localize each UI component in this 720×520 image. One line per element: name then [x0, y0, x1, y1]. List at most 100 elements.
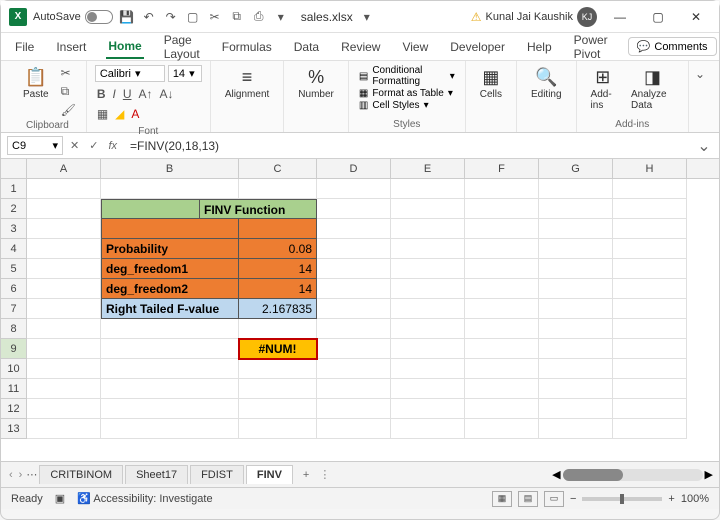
cell-C4[interactable]: 0.08 — [239, 239, 317, 259]
excel-app-icon[interactable]: X — [9, 8, 27, 26]
editing-button[interactable]: 🔍Editing — [525, 65, 568, 102]
italic-button[interactable]: I — [110, 86, 117, 102]
print-icon[interactable]: ⎙ — [251, 9, 267, 25]
zoom-in-icon[interactable]: + — [668, 493, 674, 505]
qat-more-icon[interactable]: ▾ — [273, 9, 289, 25]
zoom-out-icon[interactable]: − — [570, 493, 576, 505]
row-2[interactable]: 2 — [1, 199, 27, 219]
page-layout-view-icon[interactable]: ▤ — [518, 491, 538, 507]
zoom-slider[interactable] — [582, 497, 662, 501]
tab-help[interactable]: Help — [525, 36, 554, 58]
cut-icon[interactable]: ✂ — [207, 9, 223, 25]
sheet-nav-next-icon[interactable]: › — [17, 469, 25, 481]
col-G[interactable]: G — [539, 159, 613, 178]
cell-styles-button[interactable]: ▥Cell Styles▾ — [357, 100, 457, 111]
close-button[interactable]: ✕ — [681, 5, 711, 29]
tab-power-pivot[interactable]: Power Pivot — [572, 29, 610, 65]
fx-icon[interactable]: fx — [105, 140, 120, 152]
row-6[interactable]: 6 — [1, 279, 27, 299]
horizontal-scroll[interactable]: ◀ ▶ — [552, 468, 713, 481]
scrollbar-thumb[interactable] — [563, 469, 623, 481]
number-button[interactable]: % Number — [292, 65, 340, 102]
conditional-formatting-button[interactable]: ▤Conditional Formatting▾ — [357, 65, 457, 87]
row-1[interactable]: 1 — [1, 179, 27, 199]
format-painter-icon[interactable]: 🖌 — [59, 102, 78, 118]
expand-formula-bar-icon[interactable]: ⌄ — [695, 136, 713, 156]
row-8[interactable]: 8 — [1, 319, 27, 339]
row-12[interactable]: 12 — [1, 399, 27, 419]
table-title-span[interactable]: FINV Function — [199, 199, 317, 219]
col-F[interactable]: F — [465, 159, 539, 178]
col-D[interactable]: D — [317, 159, 391, 178]
row-9[interactable]: 9 — [1, 339, 27, 359]
zoom-level[interactable]: 100% — [681, 493, 709, 505]
cut-icon[interactable]: ✂ — [59, 65, 78, 81]
row-3[interactable]: 3 — [1, 219, 27, 239]
decrease-font-icon[interactable]: A↓ — [158, 86, 176, 102]
comments-button[interactable]: 💬 Comments — [628, 37, 717, 56]
new-sheet-icon[interactable]: + — [295, 469, 317, 481]
normal-view-icon[interactable]: ▦ — [492, 491, 512, 507]
cell-B5[interactable]: deg_freedom1 — [101, 259, 239, 279]
col-E[interactable]: E — [391, 159, 465, 178]
tab-view[interactable]: View — [400, 36, 430, 58]
autosave-toggle[interactable]: AutoSave — [33, 10, 113, 24]
sheet-more-icon[interactable]: ⋮ — [319, 468, 330, 481]
sheet-nav-prev-icon[interactable]: ‹ — [7, 469, 15, 481]
scroll-right-icon[interactable]: ▶ — [705, 468, 713, 481]
analyze-data-button[interactable]: ◨Analyze Data — [625, 65, 680, 113]
cell-B4[interactable]: Probability — [101, 239, 239, 259]
sheet-tab-finv[interactable]: FINV — [246, 465, 293, 484]
col-B[interactable]: B — [101, 159, 239, 178]
tab-formulas[interactable]: Formulas — [220, 36, 274, 58]
cell-B6[interactable]: deg_freedom2 — [101, 279, 239, 299]
fill-color-icon[interactable]: ◢ — [113, 106, 126, 122]
copy-icon[interactable]: ⧉ — [59, 83, 78, 100]
row-13[interactable]: 13 — [1, 419, 27, 439]
addins-button[interactable]: ⊞Add-ins — [585, 65, 621, 113]
underline-button[interactable]: U — [121, 86, 134, 102]
alignment-button[interactable]: ≡ Alignment — [219, 65, 275, 102]
maximize-button[interactable]: ▢ — [643, 5, 673, 29]
copy-icon[interactable]: ⧉ — [229, 9, 245, 25]
accessibility-status[interactable]: ♿ Accessibility: Investigate — [77, 492, 212, 505]
filename-dropdown-icon[interactable]: ▾ — [359, 9, 375, 25]
toggle-off-icon[interactable] — [85, 10, 113, 24]
row-7[interactable]: 7 — [1, 299, 27, 319]
scrollbar-track[interactable] — [563, 469, 703, 481]
tab-insert[interactable]: Insert — [54, 36, 88, 58]
sheet-tab-fdist[interactable]: FDIST — [190, 465, 244, 484]
col-H[interactable]: H — [613, 159, 687, 178]
cells-button[interactable]: ▦Cells — [474, 65, 508, 102]
cell-C6[interactable]: 14 — [239, 279, 317, 299]
worksheet-grid[interactable]: A B C D E F G H 1 2FINV Function 3 4Prob… — [1, 159, 719, 461]
tab-developer[interactable]: Developer — [448, 36, 507, 58]
cell-C7[interactable]: 2.167835 — [239, 299, 317, 319]
bold-button[interactable]: B — [95, 86, 108, 102]
cell-B7[interactable]: Right Tailed F-value — [101, 299, 239, 319]
increase-font-icon[interactable]: A↑ — [137, 86, 155, 102]
font-name-select[interactable]: Calibri▾ — [95, 65, 165, 82]
font-size-select[interactable]: 14▾ — [168, 65, 202, 82]
tab-page-layout[interactable]: Page Layout — [162, 29, 202, 65]
row-11[interactable]: 11 — [1, 379, 27, 399]
tab-home[interactable]: Home — [106, 35, 143, 59]
macro-record-icon[interactable]: ▣ — [55, 492, 65, 505]
format-as-table-button[interactable]: ▦Format as Table▾ — [357, 88, 457, 99]
row-10[interactable]: 10 — [1, 359, 27, 379]
user-account[interactable]: ⚠ Kunal Jai Kaushik KJ — [471, 7, 597, 27]
tab-data[interactable]: Data — [292, 36, 321, 58]
row-5[interactable]: 5 — [1, 259, 27, 279]
enter-formula-icon[interactable]: ✓ — [86, 139, 101, 152]
undo-icon[interactable]: ↶ — [141, 9, 157, 25]
name-box[interactable]: C9▾ — [7, 136, 63, 155]
row-4[interactable]: 4 — [1, 239, 27, 259]
font-color-icon[interactable]: A — [129, 106, 141, 122]
save-icon[interactable]: 💾 — [119, 9, 135, 25]
sheet-tab-critbinom[interactable]: CRITBINOM — [39, 465, 123, 484]
collapse-ribbon-icon[interactable]: ⌄ — [693, 66, 707, 82]
minimize-button[interactable]: — — [605, 5, 635, 29]
cell-C5[interactable]: 14 — [239, 259, 317, 279]
scroll-left-icon[interactable]: ◀ — [552, 468, 560, 481]
redo-icon[interactable]: ↷ — [163, 9, 179, 25]
